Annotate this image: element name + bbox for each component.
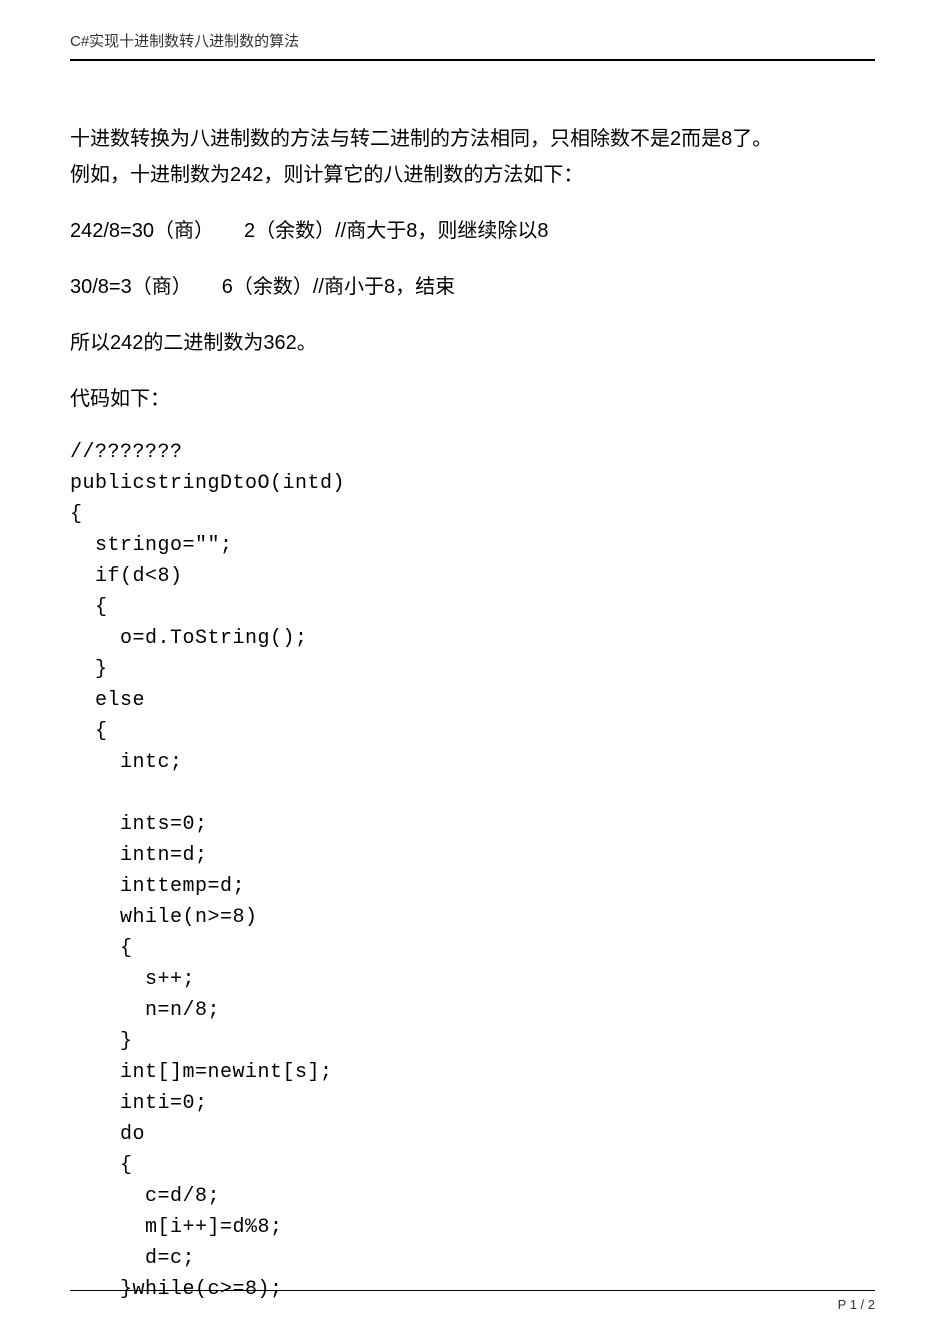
page-number: P 1 / 2 bbox=[838, 1297, 875, 1312]
page-header: C#实现十进制数转八进制数的算法 bbox=[70, 30, 875, 61]
intro-line-2: 例如，十进制数为242，则计算它的八进制数的方法如下： bbox=[70, 157, 875, 193]
document-content: 十进数转换为八进制数的方法与转二进制的方法相同，只相除数不是2而是8了。 例如，… bbox=[70, 121, 875, 1305]
code-block: //??????? publicstringDtoO(intd) { strin… bbox=[70, 437, 875, 1305]
header-title: C#实现十进制数转八进制数的算法 bbox=[70, 33, 299, 50]
intro-line-1: 十进数转换为八进制数的方法与转二进制的方法相同，只相除数不是2而是8了。 bbox=[70, 121, 875, 157]
paragraph-result: 所以242的二进制数为362。 bbox=[70, 325, 875, 361]
paragraph-code-label: 代码如下： bbox=[70, 381, 875, 417]
paragraph-step1: 242/8=30（商） 2（余数）//商大于8，则继续除以8 bbox=[70, 213, 875, 249]
page-footer: P 1 / 2 bbox=[70, 1290, 875, 1312]
document-page: C#实现十进制数转八进制数的算法 十进数转换为八进制数的方法与转二进制的方法相同… bbox=[0, 0, 945, 1337]
paragraph-intro: 十进数转换为八进制数的方法与转二进制的方法相同，只相除数不是2而是8了。 例如，… bbox=[70, 121, 875, 193]
paragraph-step2: 30/8=3（商） 6（余数）//商小于8，结束 bbox=[70, 269, 875, 305]
